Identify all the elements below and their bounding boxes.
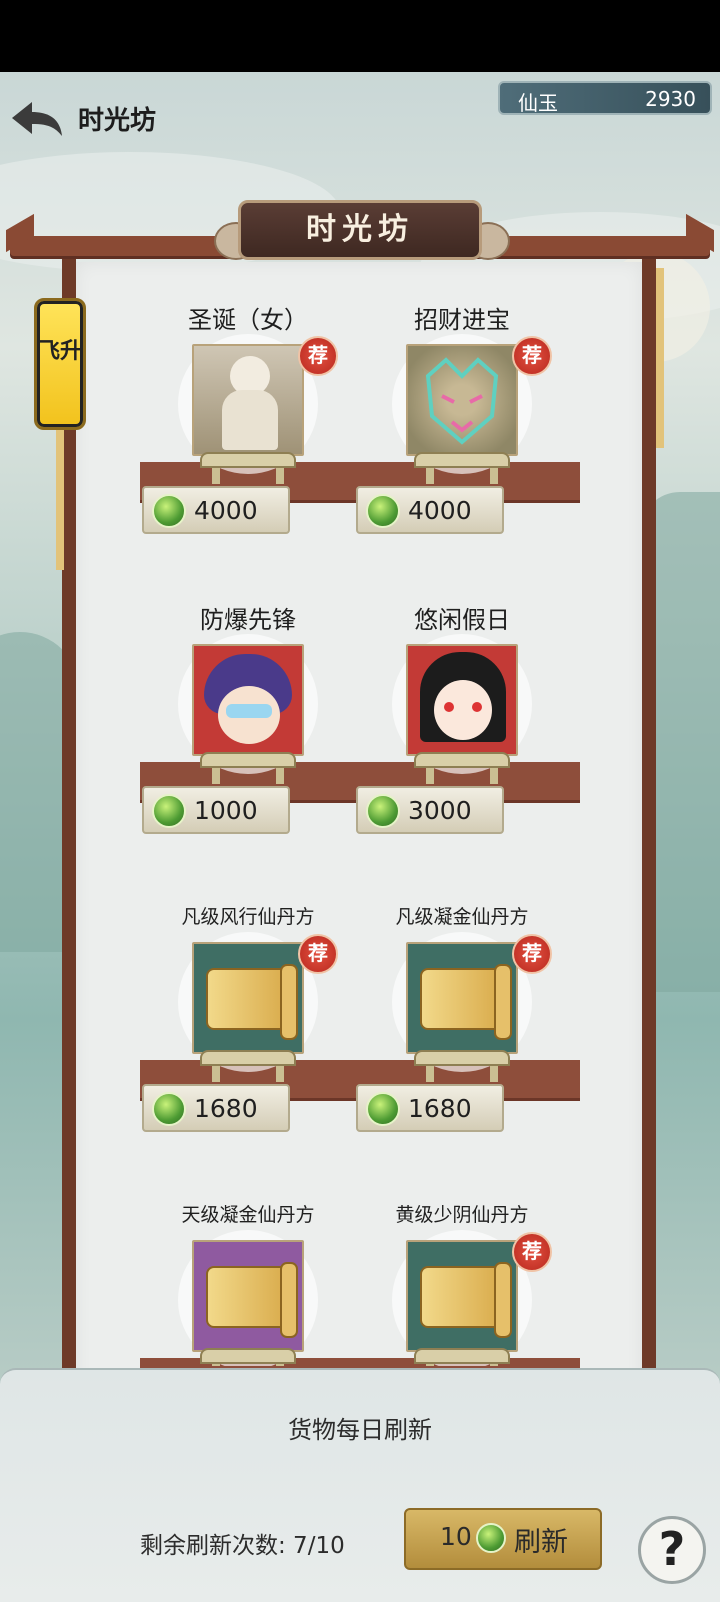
- price-tag: 4000: [142, 486, 290, 534]
- price-tag: 1000: [142, 786, 290, 834]
- item-name: 黄级少阴仙丹方: [395, 1204, 529, 1226]
- page-title: 时光坊: [78, 106, 157, 136]
- item-name: 凡级风行仙丹方: [181, 906, 315, 928]
- shop-item[interactable]: 凡级风行仙丹方 荐 1680: [142, 898, 348, 1132]
- shop-item[interactable]: 招财进宝 荐 4000: [356, 300, 562, 534]
- item-image: [406, 344, 518, 456]
- jade-coin-icon: [152, 494, 186, 528]
- shop-item[interactable]: 凡级凝金仙丹方 荐 1680: [356, 898, 562, 1132]
- jade-coin-icon: [152, 794, 186, 828]
- jade-coin-icon: [366, 1092, 400, 1126]
- refresh-cost: 10: [440, 1522, 472, 1551]
- scroll-icon: [420, 964, 512, 1040]
- item-price: 3000: [408, 796, 472, 825]
- jade-coin-icon: [366, 494, 400, 528]
- right-post: [642, 256, 656, 1396]
- recommend-badge: 荐: [512, 1232, 552, 1272]
- price-tag: 4000: [356, 486, 504, 534]
- item-price: 1000: [194, 796, 258, 825]
- shop-item[interactable]: 圣诞（女） 荐 4000: [142, 300, 348, 534]
- item-name: 招财进宝: [414, 306, 510, 334]
- refresh-label: 刷新: [514, 1527, 568, 1558]
- remaining-refresh-count: 剩余刷新次数: 7/10: [140, 1533, 345, 1559]
- tassel-left: [56, 430, 64, 570]
- tassel-right: [656, 268, 664, 448]
- side-tab-ascend[interactable]: 飞升: [34, 298, 86, 430]
- daily-refresh-notice: 货物每日刷新: [288, 1416, 432, 1444]
- item-image: [192, 942, 304, 1054]
- tiger-icon: [425, 357, 499, 445]
- scroll-icon: [206, 964, 298, 1040]
- recommend-badge: 荐: [298, 934, 338, 974]
- jade-coin-icon: [476, 1523, 506, 1553]
- help-button[interactable]: ?: [638, 1516, 706, 1584]
- shop-item[interactable]: 天级凝金仙丹方: [148, 1196, 348, 1366]
- side-tab-label: 飞升: [37, 339, 82, 364]
- refresh-button[interactable]: 10 刷新: [404, 1508, 602, 1570]
- shop-plaque: 时光坊: [238, 200, 482, 260]
- bottom-panel: [0, 1368, 720, 1602]
- item-image: [406, 644, 518, 756]
- currency-label: 仙玉: [518, 91, 558, 115]
- scroll-icon: [420, 1262, 512, 1338]
- item-image: [192, 344, 304, 456]
- currency-display: 仙玉 2930: [498, 81, 712, 115]
- item-image: [192, 1240, 304, 1352]
- item-name: 悠闲假日: [414, 606, 510, 634]
- item-name: 防爆先锋: [200, 606, 296, 634]
- scroll-icon: [206, 1262, 298, 1338]
- shop-item[interactable]: 黄级少阴仙丹方 荐: [362, 1196, 562, 1366]
- jade-coin-icon: [152, 1092, 186, 1126]
- currency-value: 2930: [645, 87, 696, 111]
- shop-item[interactable]: 悠闲假日 3000: [356, 600, 562, 834]
- price-tag: 3000: [356, 786, 504, 834]
- item-image: [192, 644, 304, 756]
- item-price: 4000: [194, 496, 258, 525]
- status-bar: [0, 0, 720, 72]
- shop-item[interactable]: 防爆先锋 1000: [142, 600, 348, 834]
- item-name: 圣诞（女）: [188, 306, 308, 334]
- item-name: 天级凝金仙丹方: [181, 1204, 315, 1226]
- recommend-badge: 荐: [512, 934, 552, 974]
- price-tag: 1680: [142, 1084, 290, 1132]
- item-price: 1680: [194, 1094, 258, 1123]
- item-image: [406, 1240, 518, 1352]
- item-image: [406, 942, 518, 1054]
- item-name: 凡级凝金仙丹方: [395, 906, 529, 928]
- item-price: 4000: [408, 496, 472, 525]
- recommend-badge: 荐: [512, 336, 552, 376]
- item-price: 1680: [408, 1094, 472, 1123]
- back-arrow-icon[interactable]: [8, 96, 64, 144]
- jade-coin-icon: [366, 794, 400, 828]
- recommend-badge: 荐: [298, 336, 338, 376]
- price-tag: 1680: [356, 1084, 504, 1132]
